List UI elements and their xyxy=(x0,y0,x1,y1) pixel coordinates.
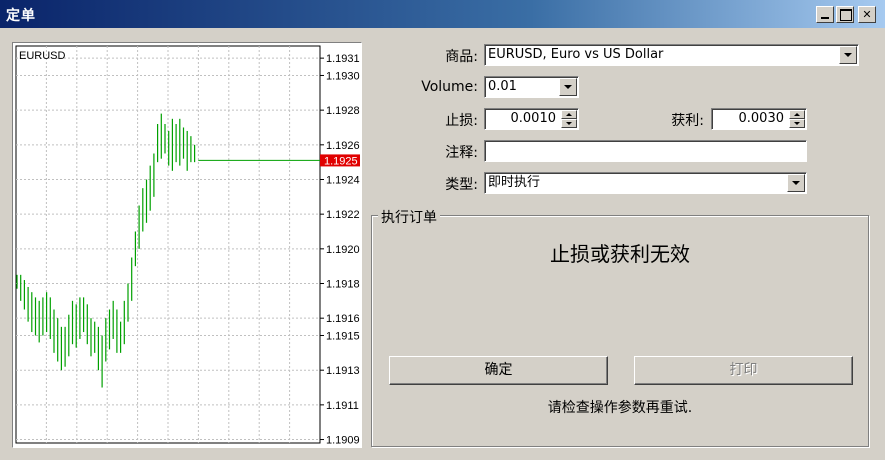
takeprofit-label: 获利: xyxy=(671,113,704,129)
price-chart: 1.1931 1.1930 1.1928 1.1926 1.1924 1.1922 1.19… xyxy=(12,42,362,448)
type-dropdown-button[interactable] xyxy=(787,174,805,192)
volume-label: Volume: xyxy=(421,79,478,95)
chart-tick-label: 1.1913 xyxy=(326,365,360,377)
stoploss-spinner[interactable] xyxy=(561,110,577,128)
print-button[interactable]: 打印 xyxy=(634,356,853,385)
error-message: 止损或获利无效 xyxy=(550,242,690,266)
stoploss-field[interactable]: 0.0010 xyxy=(484,108,579,130)
execution-group-title: 执行订单 xyxy=(378,207,440,227)
chart-tick-label: 1.1930 xyxy=(326,70,360,82)
stoploss-down-arrow-icon[interactable] xyxy=(561,119,577,128)
chart-tick-label: 1.1920 xyxy=(326,244,360,256)
takeprofit-down-arrow-icon[interactable] xyxy=(789,119,805,128)
chart-tick-label: 1.1918 xyxy=(326,279,360,291)
symbol-dropdown-button[interactable] xyxy=(839,46,857,64)
stoploss-label: 止损: xyxy=(445,113,478,129)
chart-current-price-label: 1.1925 xyxy=(324,155,358,167)
chart-tick-label: 1.1931 xyxy=(326,53,360,65)
volume-select[interactable]: 0.01 xyxy=(484,76,579,98)
close-button[interactable]: ✕ xyxy=(858,6,876,23)
price-chart-svg: 1.1931 1.1930 1.1928 1.1926 1.1924 1.1922 1.19… xyxy=(15,45,360,447)
takeprofit-field[interactable]: 0.0030 xyxy=(711,108,807,130)
type-value: 即时执行 xyxy=(488,175,541,190)
chart-tick-label: 1.1926 xyxy=(326,140,360,152)
volume-value: 0.01 xyxy=(488,79,517,94)
stoploss-value: 0.0010 xyxy=(510,111,557,126)
type-select[interactable]: 即时执行 xyxy=(484,172,807,194)
chart-tick-label: 1.1915 xyxy=(326,331,360,343)
type-label: 类型: xyxy=(445,177,478,193)
retry-hint: 请检查操作参数再重试. xyxy=(547,400,693,416)
maximize-button[interactable] xyxy=(836,6,854,23)
takeprofit-value: 0.0030 xyxy=(738,111,785,126)
chart-tick-label: 1.1924 xyxy=(326,174,360,186)
symbol-select[interactable]: EURUSD, Euro vs US Dollar xyxy=(484,44,859,66)
chart-tick-label: 1.1909 xyxy=(326,435,360,447)
chart-tick-label: 1.1916 xyxy=(326,313,360,325)
symbol-label: 商品: xyxy=(445,49,478,65)
chart-tick-label: 1.1911 xyxy=(326,400,359,412)
chart-tick-label: 1.1922 xyxy=(326,209,360,221)
stoploss-up-arrow-icon[interactable] xyxy=(561,110,577,119)
chart-symbol-label: EURUSD xyxy=(19,50,66,62)
takeprofit-up-arrow-icon[interactable] xyxy=(789,110,805,119)
minimize-button[interactable] xyxy=(816,6,834,23)
ok-button[interactable]: 确定 xyxy=(389,356,608,385)
window-title: 定单 xyxy=(6,8,36,24)
symbol-value: EURUSD, Euro vs US Dollar xyxy=(488,47,664,62)
chart-tick-label: 1.1928 xyxy=(326,105,360,117)
volume-dropdown-button[interactable] xyxy=(559,78,577,96)
takeprofit-spinner[interactable] xyxy=(789,110,805,128)
comment-label: 注释: xyxy=(445,145,478,161)
comment-input[interactable] xyxy=(484,140,807,162)
title-bar[interactable]: 定单 ✕ xyxy=(0,0,885,28)
